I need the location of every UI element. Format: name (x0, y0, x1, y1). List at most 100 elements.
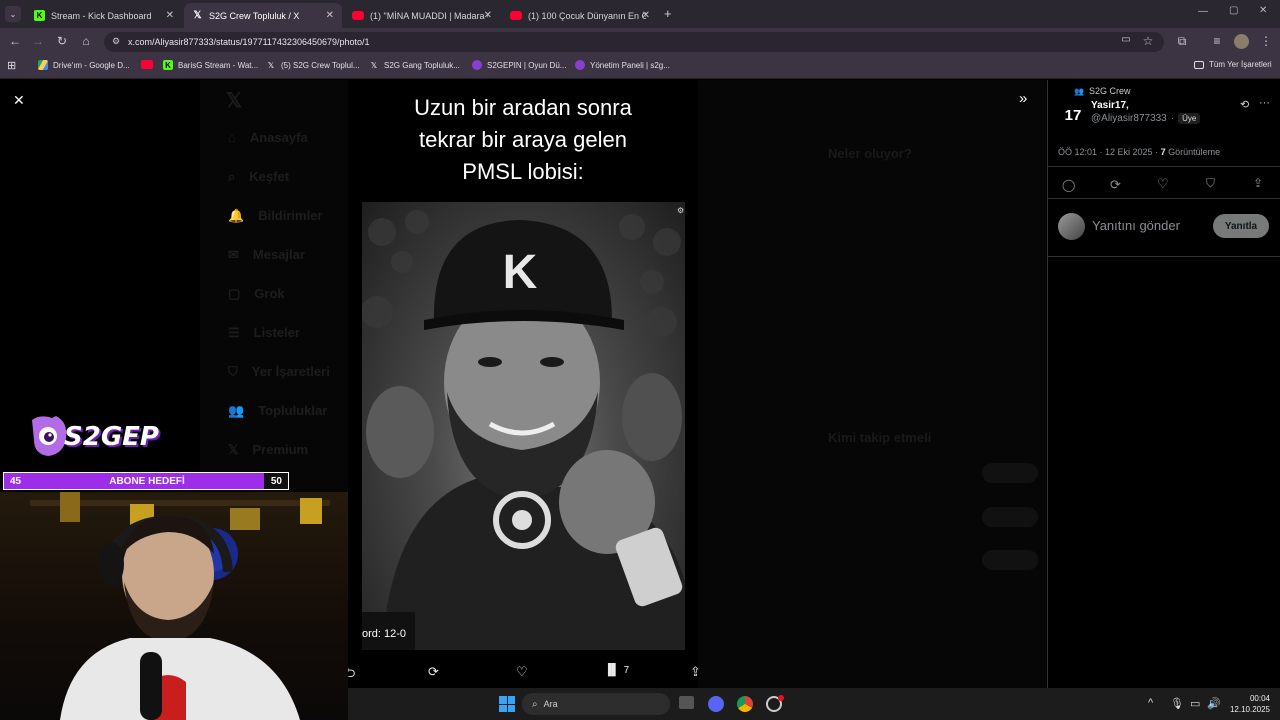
back-icon[interactable]: ← (7, 34, 23, 48)
tab-youtube-mina[interactable]: (1) "MİNA MUADDI | Madara O ✕ (344, 3, 500, 28)
views-stat[interactable]: ▐▌ 7 (604, 664, 629, 676)
nav-label: Anasayfa (249, 130, 308, 145)
webcam-feed (0, 492, 348, 720)
home-icon[interactable]: ⌂ (78, 34, 94, 48)
notification-dot (778, 695, 784, 701)
record-label: ord: 12-0 (362, 612, 415, 650)
s2gep-logo: S2GEP (30, 412, 159, 462)
tweet-meta: ÖÖ 12:01 · 12 Eki 2025 · 7 Görüntüleme (1058, 147, 1220, 157)
retweet-icon[interactable]: ⟳ (1110, 177, 1121, 193)
webcam-illustration (30, 492, 330, 720)
taskbar-search[interactable]: ⌕ Ara (522, 693, 670, 715)
chrome-icon[interactable] (737, 696, 753, 712)
s2g-icon (472, 60, 482, 70)
address-bar[interactable]: ⚙ x.com/Aliyasir877333/status/1977117432… (104, 32, 1164, 52)
bookmark-s2gepin[interactable]: S2GEPIN | Oyun Dü... (472, 60, 566, 70)
community-label[interactable]: 👥 S2G Crew (1074, 86, 1130, 96)
tab-kick-dashboard[interactable]: K Stream - Kick Dashboard ✕ (26, 3, 182, 28)
nav-label: Premium (252, 442, 309, 457)
more-options-icon[interactable]: ··· (1259, 97, 1270, 109)
search-placeholder: Ara (543, 699, 558, 709)
display-name[interactable]: Yasir17, (1091, 100, 1129, 111)
community-icon: 👥 (1074, 86, 1084, 96)
nav-icon: 𝕏 (228, 442, 239, 457)
bookmark-drive[interactable]: Drive'ım - Google D... (38, 60, 130, 70)
photo-options-icon[interactable]: ⚙ (677, 206, 684, 215)
background-nav-item: ✉ Mesajlar (228, 247, 305, 263)
nav-icon: ⌂ (228, 130, 236, 145)
background-nav-item: ⛉ Yer İşaretleri (228, 364, 330, 380)
close-icon[interactable]: ✕ (166, 10, 174, 21)
bookmark-label: S2G Gang Topluluk... (384, 60, 460, 70)
tab-strip: ⌄ K Stream - Kick Dashboard ✕ 𝕏 S2G Crew… (0, 0, 1280, 28)
bookmark-barisg[interactable]: K BarisG Stream - Wat... (163, 60, 258, 70)
discord-icon[interactable] (708, 696, 724, 712)
whats-happening-heading: Neler oluyor? (828, 146, 912, 161)
bookmark-s2g-crew[interactable]: 𝕏 (5) S2G Crew Toplul... (266, 60, 360, 70)
avatar[interactable]: 17 (1058, 100, 1088, 130)
site-info-icon[interactable]: ⚙ (112, 36, 120, 47)
share-icon[interactable]: ⇪ (1253, 176, 1263, 190)
system-clock[interactable]: 00:04 12.10.2025 (1220, 693, 1270, 715)
tab-search-button[interactable]: ⌄ (5, 6, 21, 22)
reply-icon[interactable]: ◯ (1062, 178, 1075, 192)
profile-avatar[interactable] (1234, 34, 1249, 49)
minimize-button[interactable]: — (1198, 6, 1208, 17)
reply-avatar (1058, 213, 1085, 240)
bookmark-s2g-gang[interactable]: 𝕏 S2G Gang Topluluk... (369, 60, 460, 70)
share-icon[interactable]: ⇪ (690, 664, 701, 680)
apps-icon[interactable]: ⊞ (7, 59, 16, 72)
bookmark-yonetim[interactable]: Yönetim Paneli | s2g... (575, 60, 670, 70)
follow-button (982, 463, 1038, 483)
cast-icon[interactable]: ▭ (1118, 34, 1134, 45)
windows-logo-icon (499, 704, 507, 712)
bookmark-youtube[interactable] (141, 60, 153, 69)
close-icon[interactable]: ✕ (326, 10, 334, 21)
start-button[interactable] (499, 696, 515, 712)
tweet-detail-panel: 👥 S2G Crew 17 Yasir17, @Aliyasir877333 ·… (1047, 80, 1280, 688)
tab-title: (1) 100 Çocuk Dünyanın En Güç (528, 10, 646, 21)
maximize-button[interactable]: ▢ (1229, 5, 1238, 16)
display-icon[interactable]: ▭ (1190, 697, 1200, 710)
kick-icon: K (163, 60, 173, 70)
close-icon[interactable]: ✕ (484, 10, 492, 21)
user-handle[interactable]: @Aliyasir877333 (1091, 113, 1167, 124)
follow-button (982, 550, 1038, 570)
all-bookmarks[interactable]: Tüm Yer İşaretleri (1194, 60, 1272, 69)
menu-icon[interactable]: ⋮ (1258, 34, 1274, 48)
tab-s2g-crew[interactable]: 𝕏 S2G Crew Topluluk / X ✕ (184, 3, 342, 28)
collapse-panel-icon[interactable]: » (1019, 90, 1027, 107)
reply-input[interactable]: Yanıtını gönder (1092, 218, 1180, 233)
clock-time: 00:04 (1249, 694, 1270, 703)
close-window-button[interactable]: ✕ (1259, 5, 1267, 16)
close-icon[interactable]: ✕ (642, 10, 650, 21)
close-modal-icon[interactable]: ✕ (13, 92, 25, 109)
bookmark-label: BarisG Stream - Wat... (178, 60, 259, 70)
like-icon[interactable]: ♡ (1157, 176, 1169, 192)
reading-list-icon[interactable]: ≡ (1209, 34, 1225, 48)
volume-icon[interactable]: 🔊 (1207, 697, 1221, 710)
reply-button[interactable]: Yanıtla (1213, 214, 1269, 238)
forward-icon[interactable]: → (30, 34, 46, 48)
youtube-icon (352, 11, 364, 20)
extensions-icon[interactable]: ⧉ (1174, 34, 1190, 49)
like-icon[interactable]: ♡ (516, 664, 528, 680)
retweet-icon[interactable]: ⟳ (428, 664, 439, 680)
show-hidden-icons[interactable]: ^ (1148, 697, 1153, 709)
nav-icon: ☰ (228, 325, 240, 340)
x-icon: 𝕏 (193, 10, 202, 21)
tab-youtube-cocuk[interactable]: (1) 100 Çocuk Dünyanın En Güç ✕ (502, 3, 658, 28)
nav-label: Yer İşaretleri (251, 364, 330, 379)
bookmark-label: (5) S2G Crew Toplul... (281, 60, 360, 70)
reload-icon[interactable]: ↻ (54, 34, 70, 48)
tweet-photo[interactable]: K (362, 202, 685, 650)
grok-icon[interactable]: ⟲ (1240, 98, 1249, 111)
tweet-timestamp[interactable]: ÖÖ 12:01 · 12 Eki 2025 · (1058, 147, 1161, 157)
microphone-icon[interactable]: 🎙 (1170, 697, 1184, 710)
bookmark-icon[interactable]: ⛉ (1206, 176, 1215, 191)
bookmark-star-icon[interactable]: ☆ (1140, 34, 1156, 48)
new-tab-button[interactable]: + (664, 6, 672, 21)
x-icon: 𝕏 (370, 60, 378, 70)
logo-text: S2GEP (64, 422, 159, 452)
task-view-icon[interactable] (679, 696, 694, 709)
